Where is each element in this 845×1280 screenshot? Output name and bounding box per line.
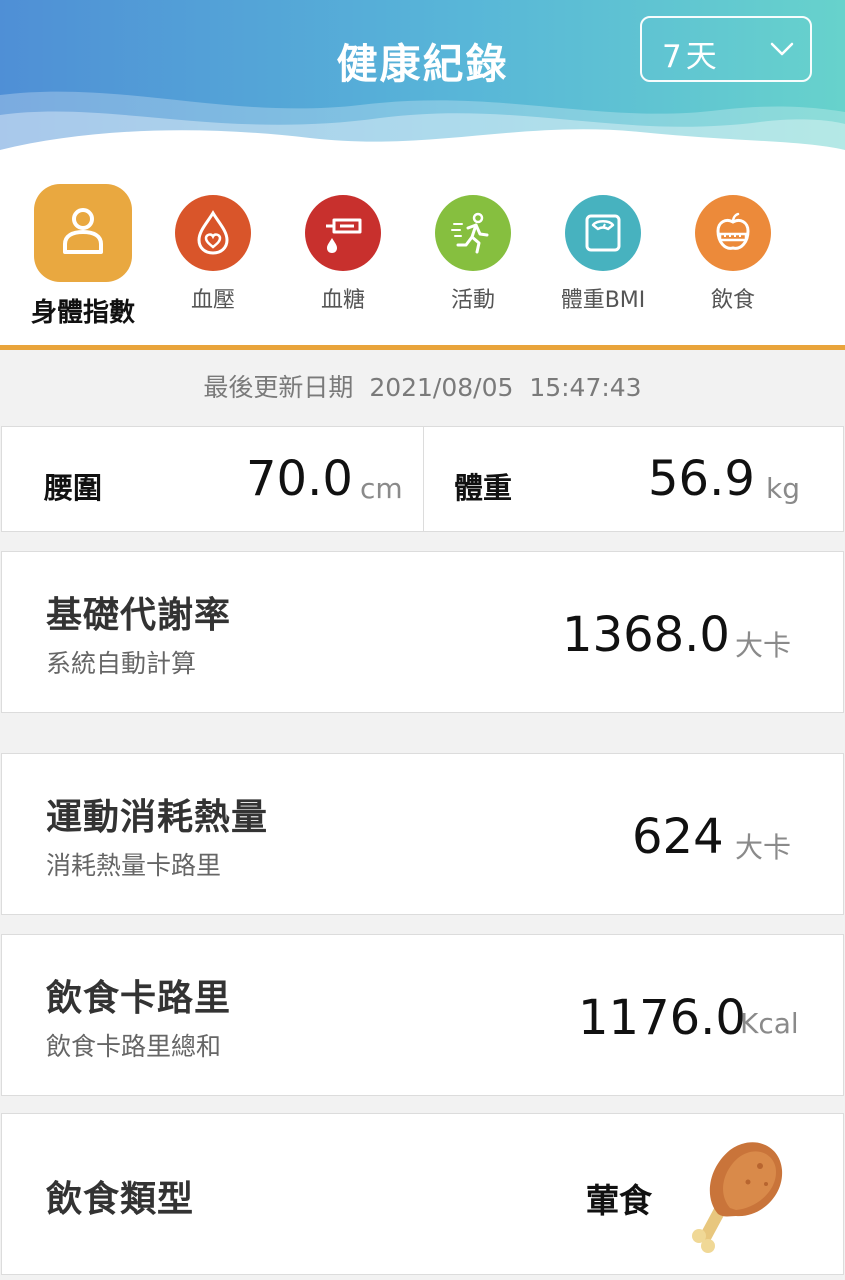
bmr-title: 基礎代謝率 [46, 595, 232, 636]
chevron-down-icon [770, 42, 794, 56]
last-updated-time: 15:47:43 [529, 373, 642, 402]
date-range-select[interactable]: 7天 [640, 16, 812, 82]
last-updated: 最後更新日期 2021/08/05 15:47:43 [0, 350, 845, 425]
weight-unit: kg [766, 472, 800, 505]
chicken-drumstick-icon [692, 1142, 783, 1253]
last-updated-date: 2021/08/05 [369, 373, 514, 402]
diet-type-card[interactable]: 飲食類型 葷食 [1, 1113, 844, 1275]
tab-label: 活動 [450, 288, 495, 313]
tab-label: 身體指數 [30, 298, 135, 328]
tab-label: 飲食 [710, 288, 755, 313]
exercise-card[interactable]: 運動消耗熱量 消耗熱量卡路里 624 大卡 [1, 753, 844, 915]
diet-calories-unit: Kcal [740, 1007, 799, 1040]
diet-calories-value: 1176.0 [578, 990, 746, 1046]
diet-calories-subtitle: 飲食卡路里總和 [46, 1032, 222, 1061]
running-person-icon [435, 195, 511, 271]
blood-drop-heart-icon [175, 195, 251, 271]
date-range-value: 7天 [662, 39, 721, 75]
exercise-title: 運動消耗熱量 [46, 797, 269, 838]
bmr-subtitle: 系統自動計算 [46, 649, 197, 678]
bmr-unit: 大卡 [735, 629, 792, 662]
waist-value: 70.0 [246, 451, 353, 507]
tab-label: 體重BMI [560, 288, 646, 313]
diet-calories-card[interactable]: 飲食卡路里 飲食卡路里總和 1176.0 Kcal [1, 934, 844, 1096]
apple-icon [695, 195, 771, 271]
weight-label: 體重 [454, 471, 513, 505]
diet-calories-title: 飲食卡路里 [46, 978, 232, 1019]
waist-unit: cm [360, 472, 403, 505]
exercise-value: 624 [632, 809, 724, 865]
weight-card[interactable]: 體重 56.9 kg [423, 426, 844, 532]
tab-label: 血壓 [190, 288, 235, 313]
glucose-meter-icon [305, 195, 381, 271]
diet-type-title: 飲食類型 [46, 1179, 195, 1220]
weight-value: 56.9 [648, 451, 755, 507]
bmr-card[interactable]: 基礎代謝率 系統自動計算 1368.0 大卡 [1, 551, 844, 713]
scale-icon [565, 195, 641, 271]
waist-label: 腰圍 [44, 471, 103, 505]
last-updated-label: 最後更新日期 [203, 373, 354, 402]
exercise-subtitle: 消耗熱量卡路里 [46, 851, 222, 880]
app-header: 健康紀錄 7天 [0, 0, 845, 170]
person-icon [34, 184, 132, 282]
category-tabs: 身體指數 血壓 血糖 活動 體重BMI 飲食 [0, 150, 845, 347]
diet-type-value: 葷食 [586, 1181, 652, 1220]
exercise-unit: 大卡 [735, 831, 792, 864]
tab-label: 血糖 [320, 288, 365, 313]
waist-card[interactable]: 腰圍 70.0 cm [1, 426, 424, 532]
bmr-value: 1368.0 [562, 607, 730, 663]
